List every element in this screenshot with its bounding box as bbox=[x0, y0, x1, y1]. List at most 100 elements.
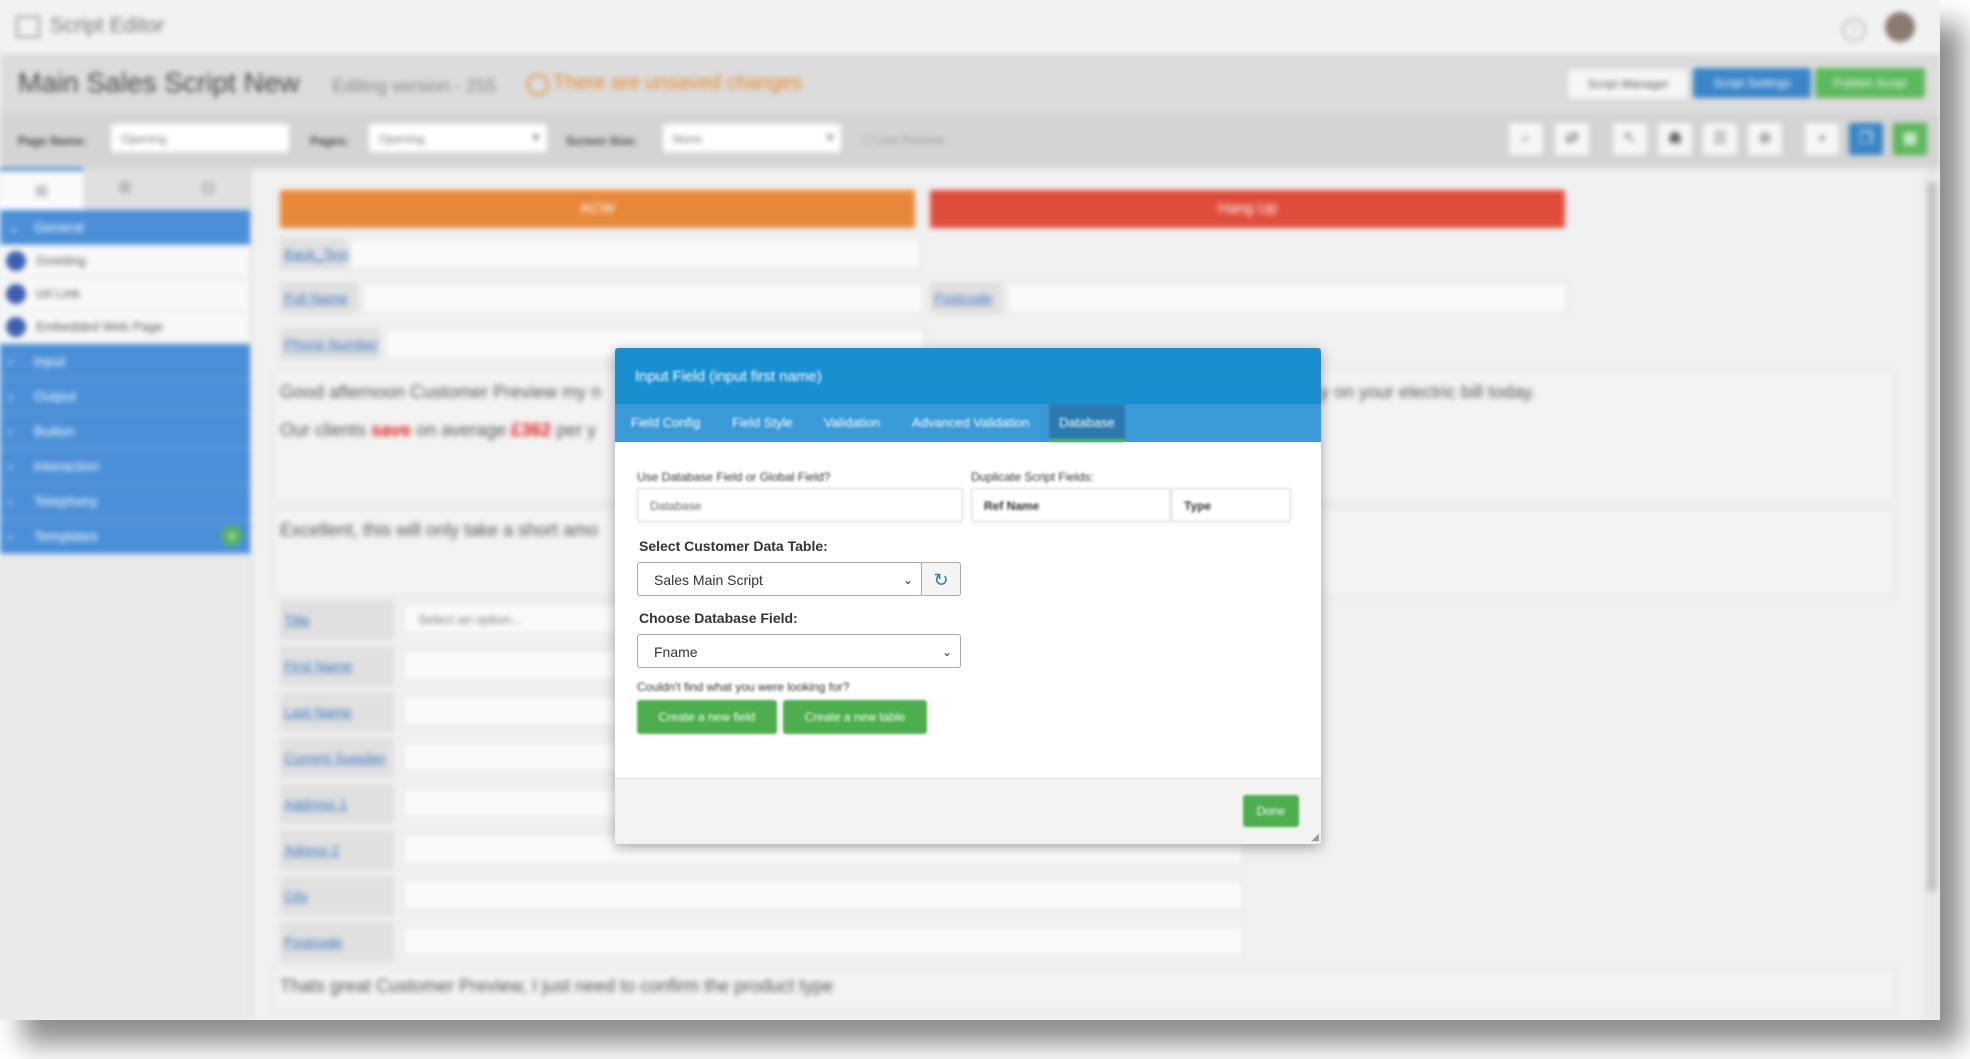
data-table-select[interactable]: Sales Main Script ⌄ bbox=[637, 562, 922, 596]
list-icon[interactable]: ☰ bbox=[1702, 122, 1738, 156]
chevron-down-icon: ▼ bbox=[531, 133, 541, 144]
savings-text: Our clients save on average £362 per y bbox=[280, 420, 597, 440]
component-sidebar: ⊞ ⚙ ⊡ ⌄ General Greeting Url Link Embedde… bbox=[0, 168, 251, 1020]
field-source-select[interactable]: Database bbox=[637, 488, 963, 522]
avatar[interactable] bbox=[1885, 12, 1915, 42]
field-label[interactable]: Postcode bbox=[930, 282, 1002, 314]
field-label[interactable]: Address 1 bbox=[280, 784, 394, 824]
target-icon[interactable]: ⊕ bbox=[1747, 122, 1783, 156]
field-label[interactable]: Back_Text bbox=[280, 238, 349, 270]
pages-select[interactable]: Opening ▼ bbox=[368, 123, 548, 153]
field-label[interactable]: Full Name bbox=[280, 282, 358, 314]
field-label[interactable]: Current Supplier bbox=[280, 738, 394, 778]
zoom-icon[interactable]: ⌕ bbox=[1508, 122, 1544, 156]
database-field-select[interactable]: Fname ⌄ bbox=[637, 634, 961, 668]
script-header: Main Sales Script New Editing version - … bbox=[0, 54, 1940, 114]
chevron-right-icon: › bbox=[8, 388, 13, 404]
couldnt-find-text: Couldn't find what you were looking for? bbox=[637, 680, 850, 694]
intro-text: Excellent, this will only take a short a… bbox=[280, 520, 599, 540]
field-label[interactable]: Last Name bbox=[280, 692, 394, 732]
tab-components-icon[interactable]: ⊞ bbox=[0, 168, 84, 210]
script-title: Main Sales Script New bbox=[18, 67, 300, 98]
sidebar-tabs: ⊞ ⚙ ⊡ bbox=[0, 168, 250, 210]
done-button[interactable]: Done bbox=[1243, 795, 1299, 827]
tab-layers-icon[interactable]: ⊡ bbox=[167, 168, 250, 210]
create-table-button[interactable]: Create a new table bbox=[783, 700, 927, 734]
field-input[interactable] bbox=[403, 926, 1243, 956]
dialog-title: Input Field (input first name) bbox=[635, 368, 822, 385]
greeting-icon bbox=[6, 251, 26, 271]
help-icon[interactable]: ? bbox=[1842, 18, 1866, 42]
tab-field-style[interactable]: Field Style bbox=[732, 404, 793, 442]
field-label[interactable]: Postcode bbox=[280, 922, 394, 962]
sidebar-category[interactable]: › Input bbox=[0, 344, 250, 379]
pages-label: Pages: bbox=[310, 134, 350, 148]
canvas-scrollbar[interactable] bbox=[1924, 168, 1940, 1020]
link-icon bbox=[6, 284, 26, 304]
field-input[interactable] bbox=[363, 283, 923, 313]
web-page-icon bbox=[6, 317, 26, 337]
chevron-right-icon: › bbox=[8, 493, 13, 509]
page-name-label: Page Name: bbox=[18, 134, 87, 148]
chevron-down-icon: ⌄ bbox=[902, 573, 913, 587]
tab-field-config[interactable]: Field Config bbox=[631, 404, 700, 442]
dup-col-type-header: Type bbox=[1171, 488, 1291, 522]
greeting-text-end: y on your electric bill today. bbox=[1320, 382, 1536, 402]
field-input[interactable] bbox=[350, 239, 920, 269]
version-label: Editing version - 255 bbox=[332, 76, 497, 96]
sidebar-item[interactable]: Greeting bbox=[0, 245, 250, 278]
sidebar-category[interactable]: › Interaction bbox=[0, 449, 250, 484]
field-input[interactable] bbox=[403, 880, 1243, 910]
chevron-right-icon: › bbox=[8, 353, 13, 369]
field-label[interactable]: Phone Number bbox=[280, 328, 380, 360]
hang-up-button[interactable]: Hang Up bbox=[930, 190, 1565, 228]
field-label[interactable]: Adress 2 bbox=[280, 830, 394, 870]
resize-handle-icon[interactable]: ◢ bbox=[1311, 832, 1319, 843]
create-field-button[interactable]: Create a new field bbox=[637, 700, 777, 734]
pointer-icon[interactable]: ↖ bbox=[1612, 122, 1648, 156]
tab-advanced-validation[interactable]: Advanced Validation bbox=[912, 404, 1030, 442]
unsaved-warning: There are unsaved changes bbox=[553, 72, 803, 94]
chevron-right-icon: › bbox=[8, 458, 13, 474]
dialog-header: Input Field (input first name) bbox=[615, 348, 1321, 404]
scrollbar-thumb[interactable] bbox=[1927, 182, 1937, 892]
refresh-icon[interactable]: ↻ bbox=[921, 562, 961, 596]
dialog-tabs: Field Config Field Style Validation Adva… bbox=[615, 404, 1321, 442]
choose-field-label: Choose Database Field: bbox=[639, 610, 798, 626]
sidebar-item[interactable]: Url Link bbox=[0, 278, 250, 311]
script-settings-button[interactable]: Script Settings bbox=[1693, 68, 1811, 98]
script-manager-button[interactable]: Script Manager bbox=[1567, 68, 1689, 100]
field-label[interactable]: City bbox=[280, 876, 394, 916]
greeting-text: Good afternoon Customer Preview my n bbox=[280, 382, 602, 402]
grid-icon[interactable]: ▦ bbox=[1892, 122, 1928, 156]
dialog-body: Use Database Field or Global Field? Data… bbox=[615, 442, 1321, 778]
sidebar-category[interactable]: › Templates + bbox=[0, 519, 250, 554]
field-label[interactable]: First Name bbox=[280, 646, 394, 686]
copy-icon[interactable]: ❐ bbox=[1848, 122, 1884, 156]
sidebar-category[interactable]: › Button bbox=[0, 414, 250, 449]
add-template-icon[interactable]: + bbox=[222, 526, 242, 546]
app-icon bbox=[16, 16, 40, 38]
select-table-label: Select Customer Data Table: bbox=[639, 538, 828, 554]
tab-settings-icon[interactable]: ⚙ bbox=[83, 168, 166, 210]
sidebar-item[interactable]: Embedded Web Page bbox=[0, 311, 250, 344]
page-name-input[interactable]: Opening bbox=[110, 123, 290, 153]
sidebar-category[interactable]: › Telephony bbox=[0, 484, 250, 519]
sitemap-icon[interactable]: ☗ bbox=[1657, 122, 1693, 156]
field-input[interactable] bbox=[1007, 283, 1567, 313]
field-label[interactable]: Title bbox=[280, 600, 394, 640]
use-db-label: Use Database Field or Global Field? bbox=[637, 470, 831, 484]
resize-icon[interactable]: ⇄ bbox=[1554, 122, 1590, 156]
live-preview-checkbox[interactable]: ☐ Live Preview bbox=[862, 133, 944, 147]
acw-button[interactable]: ACW bbox=[280, 190, 915, 228]
screen-size-select[interactable]: None ▼ bbox=[662, 123, 842, 153]
screen-size-label: Screen Size: bbox=[566, 134, 638, 148]
save-icon[interactable]: ▪ bbox=[1804, 122, 1840, 156]
input-field-dialog: Input Field (input first name) Field Con… bbox=[615, 348, 1321, 844]
publish-script-button[interactable]: Publish Script bbox=[1815, 68, 1925, 98]
tab-database[interactable]: Database bbox=[1049, 404, 1125, 442]
chevron-right-icon: › bbox=[8, 423, 13, 439]
sidebar-category[interactable]: › Output bbox=[0, 379, 250, 414]
tab-validation[interactable]: Validation bbox=[824, 404, 880, 442]
sidebar-category-general[interactable]: ⌄ General bbox=[0, 210, 250, 245]
